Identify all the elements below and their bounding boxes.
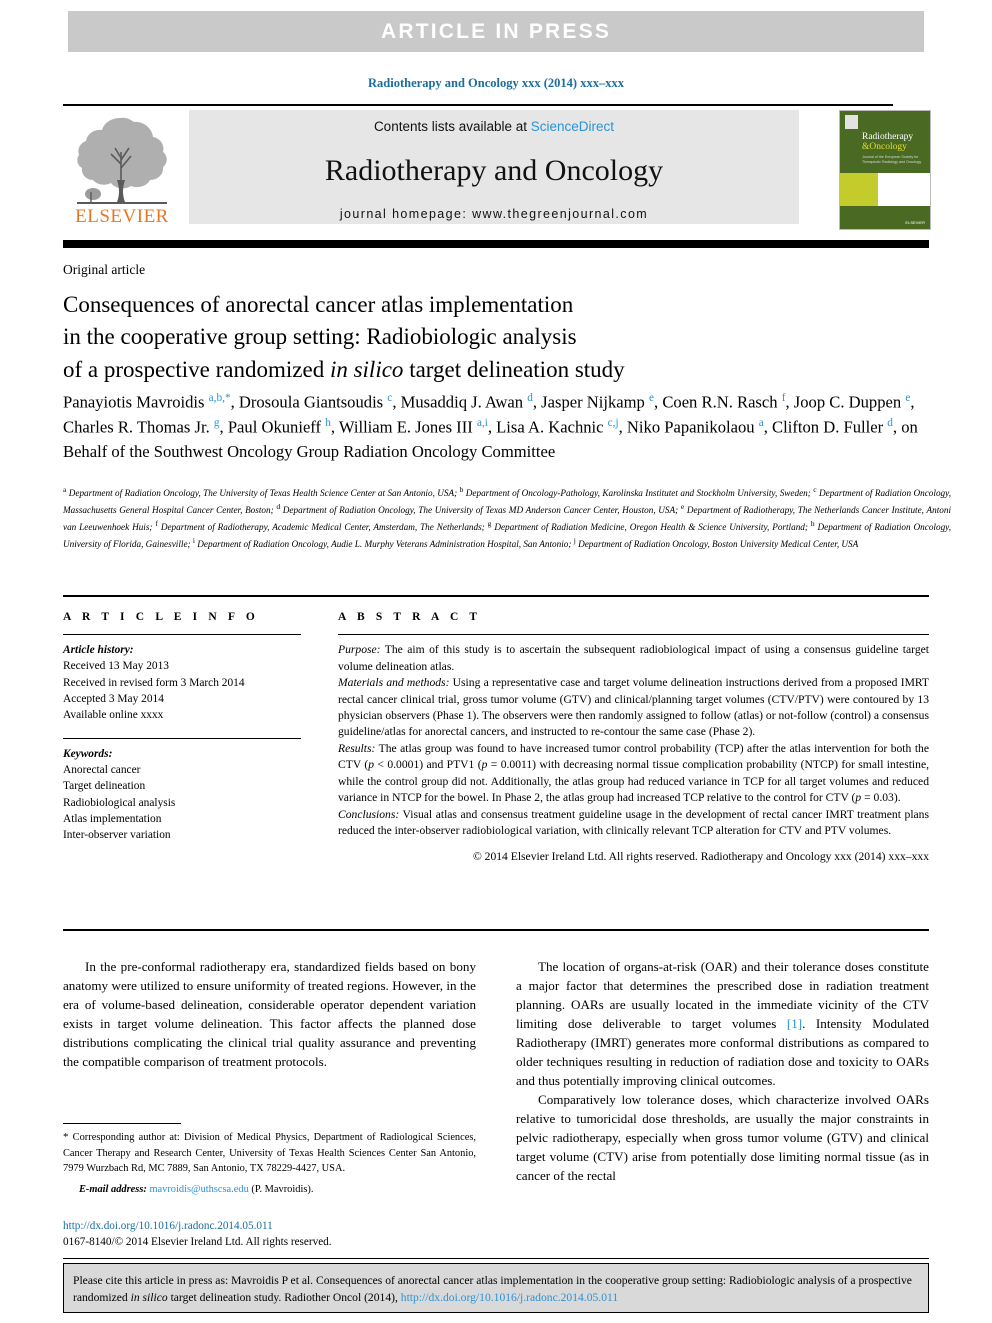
cover-elsevier-badge-icon (845, 115, 858, 129)
abstract-results-text: The atlas group was found to have increa… (338, 741, 929, 805)
body-column-right: The location of organs-at-risk (OAR) and… (516, 958, 929, 1186)
journal-article-page: ARTICLE IN PRESS Radiotherapy and Oncolo… (0, 0, 992, 1323)
title-line-2: in the cooperative group setting: Radiob… (63, 324, 577, 350)
keyword-4: Inter-observer variation (63, 829, 171, 842)
article-type-label: Original article (63, 262, 146, 277)
elsevier-logo: ELSEVIER (63, 110, 181, 232)
body-paragraph: Comparatively low tolerance doses, which… (516, 1091, 929, 1183)
affiliation-list: a Department of Radiation Oncology, The … (63, 485, 952, 549)
cover-title-line2: &Oncology (862, 141, 907, 152)
keyword-2: Radiobiological analysis (63, 796, 176, 809)
keywords-label: Keywords: (63, 747, 113, 760)
email-suffix: (P. Mavroidis). (248, 1183, 314, 1195)
abstract-copyright: © 2014 Elsevier Ireland Ltd. All rights … (472, 849, 929, 863)
page-title: Consequences of anorectal cancer atlas i… (63, 289, 943, 386)
citation-top-rule (63, 1258, 929, 1260)
doi-block: http://dx.doi.org/10.1016/j.radonc.2014.… (63, 1219, 493, 1251)
title-line-1: Consequences of anorectal cancer atlas i… (63, 292, 574, 317)
cover-bottom-band (840, 206, 930, 229)
info-abstract-top-rule (63, 595, 929, 597)
abstract-body: Purpose: The aim of this study is to asc… (338, 642, 929, 865)
journal-homepage-url[interactable]: journal homepage: www.thegreenjournal.co… (340, 207, 648, 221)
email-line: E-mail address: mavroidis@uthscsa.edu (P… (63, 1182, 476, 1197)
citation-box: Please cite this article in press as: Ma… (63, 1263, 929, 1313)
keywords-block: Keywords: Anorectal cancer Target deline… (63, 746, 311, 844)
article-history-label: Article history: (63, 644, 134, 657)
abstract-methods-label: Materials and methods: (338, 676, 450, 690)
body-paragraph: The location of organs-at-risk (OAR) and… (516, 959, 929, 1088)
abstract-purpose-text: The aim of this study is to ascertain th… (338, 643, 929, 673)
citation-middle: target delineation study. Radiother Onco… (167, 1291, 401, 1305)
journal-cover-thumbnail: Radiotherapy &Oncology Journal of the Eu… (839, 110, 931, 230)
elsevier-tree-icon (77, 117, 167, 204)
sciencedirect-link[interactable]: ScienceDirect (531, 119, 614, 134)
cover-title: Radiotherapy &Oncology (862, 132, 914, 153)
masthead-bottom-rule (63, 240, 929, 248)
cover-white-block (878, 173, 930, 206)
corresponding-author-text: * Corresponding author at: Division of M… (63, 1131, 476, 1174)
elsevier-wordmark: ELSEVIER (75, 206, 169, 227)
abstract-heading: A B S T R A C T (338, 611, 482, 623)
sciencedirect-panel: Contents lists available at ScienceDirec… (189, 110, 799, 224)
citation-text: Please cite this article in press as: Ma… (73, 1272, 919, 1307)
keyword-3: Atlas implementation (63, 813, 162, 826)
article-info-heading: A R T I C L E I N F O (63, 611, 259, 623)
doi-link[interactable]: http://dx.doi.org/10.1016/j.radonc.2014.… (63, 1219, 493, 1235)
abstract-results: Results: The atlas group was found to ha… (338, 741, 929, 807)
abstract-purpose: Purpose: The aim of this study is to asc… (338, 642, 929, 675)
article-history-block: Article history: Received 13 May 2013 Re… (63, 642, 311, 723)
title-line-3a: of a prospective randomized (63, 356, 330, 382)
cover-publisher-mark: ELSEVIER (905, 220, 925, 225)
article-info-column: A R T I C L E I N F O Article history: R… (63, 611, 311, 844)
email-link[interactable]: mavroidis@uthscsa.edu (149, 1184, 248, 1195)
abstract-conclusions-label: Conclusions: (338, 807, 400, 821)
author-list: Panayiotis Mavroidis a,b,*, Drosoula Gia… (63, 392, 918, 461)
journal-masthead: ELSEVIER Contents lists available at Sci… (63, 110, 931, 232)
body-column-left: In the pre-conformal radiotherapy era, s… (63, 958, 476, 1072)
keyword-0: Anorectal cancer (63, 764, 141, 777)
abstract-conclusions: Conclusions: Visual atlas and consensus … (338, 807, 929, 840)
abstract-rule (338, 634, 929, 636)
history-item-2: Accepted 3 May 2014 (63, 693, 164, 706)
footnote-rule (63, 1123, 181, 1125)
running-head: Radiotherapy and Oncology xxx (2014) xxx… (368, 76, 624, 90)
citation-italic: in silico (130, 1291, 168, 1305)
citation-doi-link[interactable]: http://dx.doi.org/10.1016/j.radonc.2014.… (401, 1291, 618, 1304)
title-line-3b: target delineation study (403, 356, 625, 382)
cover-subtitle: Journal of the European Society for Ther… (862, 155, 922, 165)
keywords-rule (63, 737, 301, 739)
issn-copyright-line: 0167-8140/© 2014 Elsevier Ireland Ltd. A… (63, 1235, 332, 1248)
article-info-rule (63, 634, 301, 636)
article-in-press-banner: ARTICLE IN PRESS (68, 11, 924, 52)
body-top-rule (63, 929, 929, 931)
masthead-top-rule (63, 104, 893, 106)
history-item-0: Received 13 May 2013 (63, 660, 169, 673)
abstract-purpose-label: Purpose: (338, 643, 381, 657)
abstract-methods: Materials and methods: Using a represent… (338, 675, 929, 741)
email-label: E-mail address: (79, 1183, 147, 1195)
cover-yellow-block (840, 173, 878, 206)
corresponding-author-footnote: * Corresponding author at: Division of M… (63, 1130, 476, 1197)
abstract-column: A B S T R A C T Purpose: The aim of this… (338, 611, 929, 865)
article-in-press-label: ARTICLE IN PRESS (380, 19, 612, 43)
keyword-1: Target delineation (63, 780, 146, 793)
contents-line: Contents lists available at ScienceDirec… (374, 119, 614, 134)
contents-prefix: Contents lists available at (373, 119, 531, 134)
history-item-3: Available online xxxx (63, 709, 164, 722)
cover-title-line1: Radiotherapy (862, 132, 914, 142)
history-item-1: Received in revised form 3 March 2014 (63, 676, 245, 689)
journal-title: Radiotherapy and Oncology (324, 154, 664, 187)
title-line-3-italic: in silico (329, 356, 404, 382)
body-paragraph: In the pre-conformal radiotherapy era, s… (63, 959, 476, 1069)
abstract-results-label: Results: (338, 741, 376, 755)
abstract-conclusions-text: Visual atlas and consensus treatment gui… (338, 807, 929, 838)
